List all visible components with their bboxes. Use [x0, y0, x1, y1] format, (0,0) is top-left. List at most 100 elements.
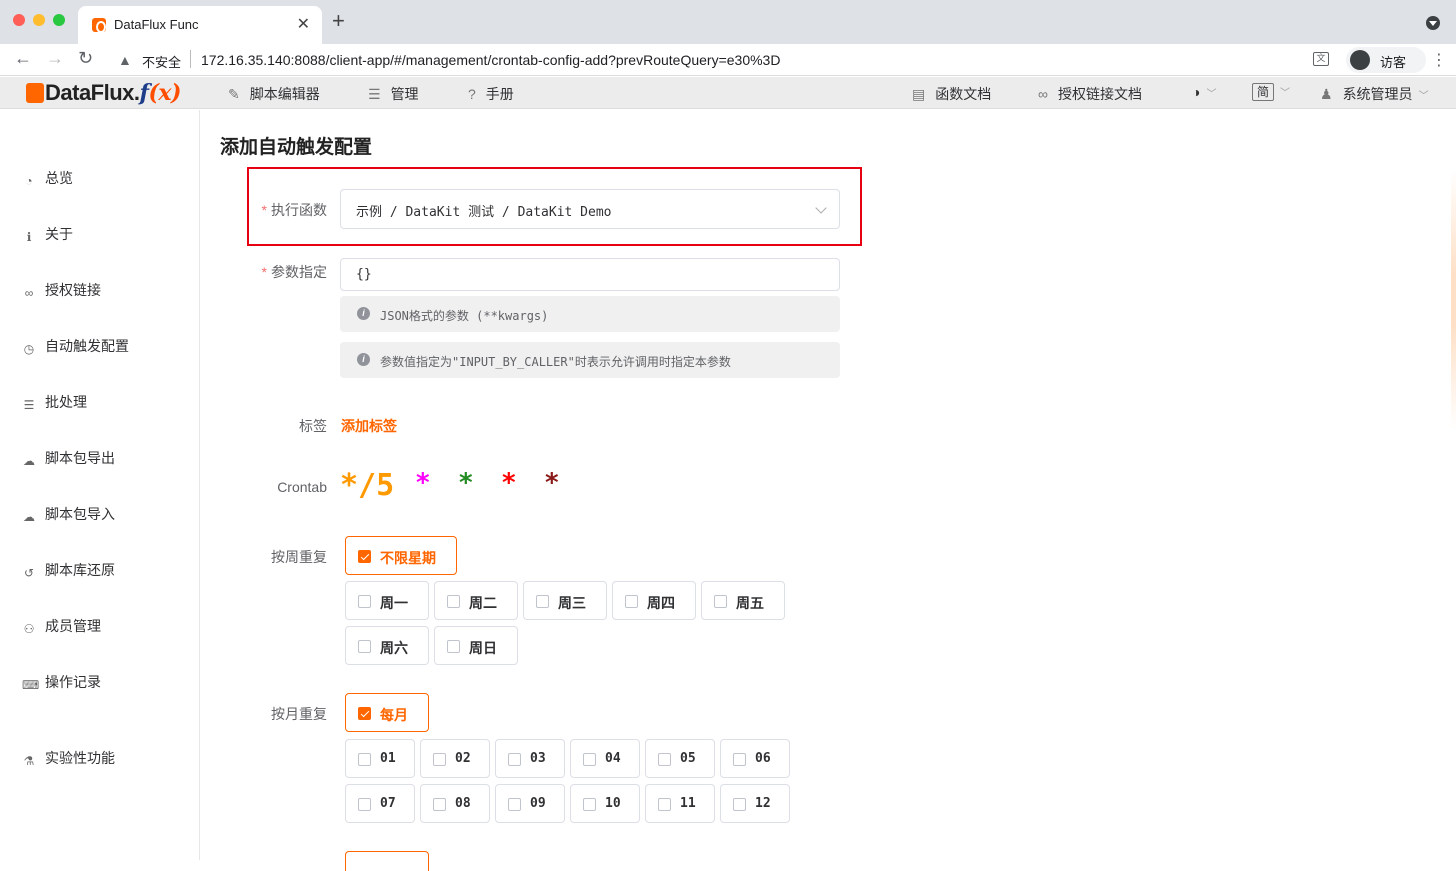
logo-x: (x) — [148, 80, 182, 106]
clock-icon: ◷ — [23, 342, 35, 356]
sidebar-item-auth-link[interactable]: ∞ 授权链接 — [22, 280, 101, 300]
profile-label: 访客 — [1380, 55, 1407, 70]
sidebar-item-batch[interactable]: ☰ 批处理 — [22, 392, 87, 412]
insecure-label[interactable]: 不安全 — [142, 52, 181, 71]
checkbox-icon — [733, 753, 746, 766]
sidebar-item-users[interactable]: ⚇ 成员管理 — [22, 616, 101, 636]
checkbox-label: 周六 — [380, 640, 408, 656]
profile-button[interactable]: 访客 — [1346, 47, 1426, 73]
new-tab-button[interactable]: + — [332, 10, 345, 32]
menu-func-docs[interactable]: ▤ 函数文档 — [912, 84, 991, 104]
add-tag-link[interactable]: 添加标签 — [341, 416, 397, 436]
back-icon[interactable]: ← — [14, 48, 32, 69]
main-content: 添加自动触发配置 * 执行函数 示例 / DataKit 测试 / DataKit… — [201, 110, 1456, 871]
language-switch[interactable]: 简 ﹀ — [1252, 83, 1290, 101]
checkbox-label: 08 — [455, 796, 471, 811]
book-icon: ▤ — [912, 86, 926, 102]
close-window-button[interactable] — [13, 14, 25, 26]
warning-icon[interactable]: ▲ — [118, 52, 132, 68]
menu-management[interactable]: ☰ 管理 — [368, 84, 419, 104]
app-header: DataFlux.f(x) ✎ 脚本编辑器 ☰ 管理 ? 手册 ▤ 函数文档 ∞ 授权链接… — [0, 77, 1456, 109]
checkbox-icon — [583, 798, 596, 811]
tab-close-icon[interactable]: ✕ — [297, 14, 310, 34]
sidebar-item-recover[interactable]: ↺ 脚本库还原 — [22, 560, 115, 580]
weekday-any-checkbox[interactable]: 不限星期 — [345, 536, 457, 575]
menu-label: 授权链接文档 — [1057, 86, 1142, 102]
sidebar-item-export[interactable]: ☁ 脚本包导出 — [22, 448, 115, 468]
month-checkbox[interactable]: 02 — [420, 739, 490, 778]
minimize-window-button[interactable] — [33, 14, 45, 26]
dataflux-logo[interactable]: DataFlux.f(x) — [26, 80, 181, 106]
month-checkbox[interactable]: 10 — [570, 784, 640, 823]
history-icon: ↺ — [23, 566, 35, 580]
url-input[interactable]: 172.16.35.140:8088/client-app/#/manageme… — [201, 52, 780, 68]
browser-menu-icon[interactable]: ⋮ — [1431, 50, 1447, 70]
theme-switch[interactable]: ◑ ﹀ — [1192, 84, 1216, 100]
menu-manual[interactable]: ? 手册 — [468, 84, 514, 104]
checkbox-icon — [658, 753, 671, 766]
translate-icon[interactable]: 文 — [1313, 52, 1329, 66]
checkbox-icon — [358, 798, 371, 811]
args-hint-json: i JSON格式的参数 (**kwargs) — [340, 296, 840, 332]
month-checkbox[interactable]: 09 — [495, 784, 565, 823]
weekday-checkbox[interactable]: 周三 — [523, 581, 607, 620]
forward-icon[interactable]: → — [46, 48, 64, 69]
weekday-checkbox[interactable]: 周六 — [345, 626, 429, 665]
sidebar-item-operation-records[interactable]: ⌨ 操作记录 — [22, 672, 101, 692]
month-checkbox[interactable]: 12 — [720, 784, 790, 823]
checkbox-icon — [447, 595, 460, 608]
sidebar-item-about[interactable]: ℹ 关于 — [22, 224, 73, 244]
month-checkbox[interactable]: 04 — [570, 739, 640, 778]
checkbox-label: 周四 — [647, 595, 675, 611]
user-menu[interactable]: ♟ 系统管理员 ﹀ — [1320, 84, 1429, 104]
logo-text: DataFlux. — [45, 80, 140, 105]
month-checkbox[interactable]: 06 — [720, 739, 790, 778]
checkbox-icon — [433, 753, 446, 766]
month-checkbox[interactable]: 05 — [645, 739, 715, 778]
weekday-checkbox[interactable]: 周五 — [701, 581, 785, 620]
tab-search-icon[interactable] — [1426, 16, 1440, 30]
browser-tab[interactable]: DataFlux Func ✕ — [78, 6, 322, 44]
menu-script-editor[interactable]: ✎ 脚本编辑器 — [228, 84, 320, 104]
question-icon: ? — [468, 86, 476, 102]
sidebar-item-overview[interactable]: ◔ 总览 — [22, 168, 73, 188]
func-select-value: 示例 / DataKit 测试 / DataKit Demo — [356, 205, 612, 220]
sidebar-item-experimental[interactable]: ⚗ 实验性功能 — [22, 748, 115, 768]
checkbox-checked-icon — [358, 550, 371, 563]
server-icon: ☰ — [368, 86, 381, 102]
sidebar-item-label: 授权链接 — [45, 282, 101, 298]
checkbox-label: 10 — [605, 796, 621, 811]
menu-label: 手册 — [485, 86, 514, 102]
checkbox-label: 周日 — [469, 640, 497, 656]
sidebar-item-import[interactable]: ☁ 脚本包导入 — [22, 504, 115, 524]
menu-auth-link-docs[interactable]: ∞ 授权链接文档 — [1038, 84, 1142, 104]
scroll-accent — [1451, 170, 1456, 430]
weekday-checkbox[interactable]: 周二 — [434, 581, 518, 620]
reload-icon[interactable]: ↻ — [78, 48, 93, 69]
func-select[interactable]: 示例 / DataKit 测试 / DataKit Demo — [340, 189, 840, 229]
args-input[interactable]: {} — [340, 258, 840, 291]
crontab-weekday: * — [544, 468, 560, 498]
user-name: 系统管理员 — [1342, 86, 1413, 102]
weekday-checkbox[interactable]: 周日 — [434, 626, 518, 665]
browser-tab-bar: DataFlux Func ✕ + — [0, 0, 1456, 44]
month-checkbox[interactable]: 03 — [495, 739, 565, 778]
weekday-checkbox[interactable]: 周四 — [612, 581, 696, 620]
month-checkbox[interactable]: 08 — [420, 784, 490, 823]
month-checkbox[interactable]: 11 — [645, 784, 715, 823]
maximize-window-button[interactable] — [53, 14, 65, 26]
chevron-down-icon: ﹀ — [1280, 88, 1290, 99]
next-option-button[interactable] — [345, 851, 429, 871]
func-label: * 执行函数 — [261, 202, 327, 218]
checkbox-label: 05 — [680, 751, 696, 766]
month-checkbox[interactable]: 01 — [345, 739, 415, 778]
weekday-checkbox[interactable]: 周一 — [345, 581, 429, 620]
sidebar-item-crontab-config[interactable]: ◷ 自动触发配置 — [22, 336, 129, 356]
month-any-checkbox[interactable]: 每月 — [345, 693, 429, 732]
checkbox-icon — [536, 595, 549, 608]
hint-text: 参数值指定为"INPUT_BY_CALLER"时表示允许调用时指定本参数 — [380, 355, 731, 369]
chevron-down-icon: ﹀ — [1418, 91, 1429, 102]
month-checkbox[interactable]: 07 — [345, 784, 415, 823]
menu-label: 管理 — [390, 86, 419, 102]
info-icon: i — [357, 307, 370, 320]
